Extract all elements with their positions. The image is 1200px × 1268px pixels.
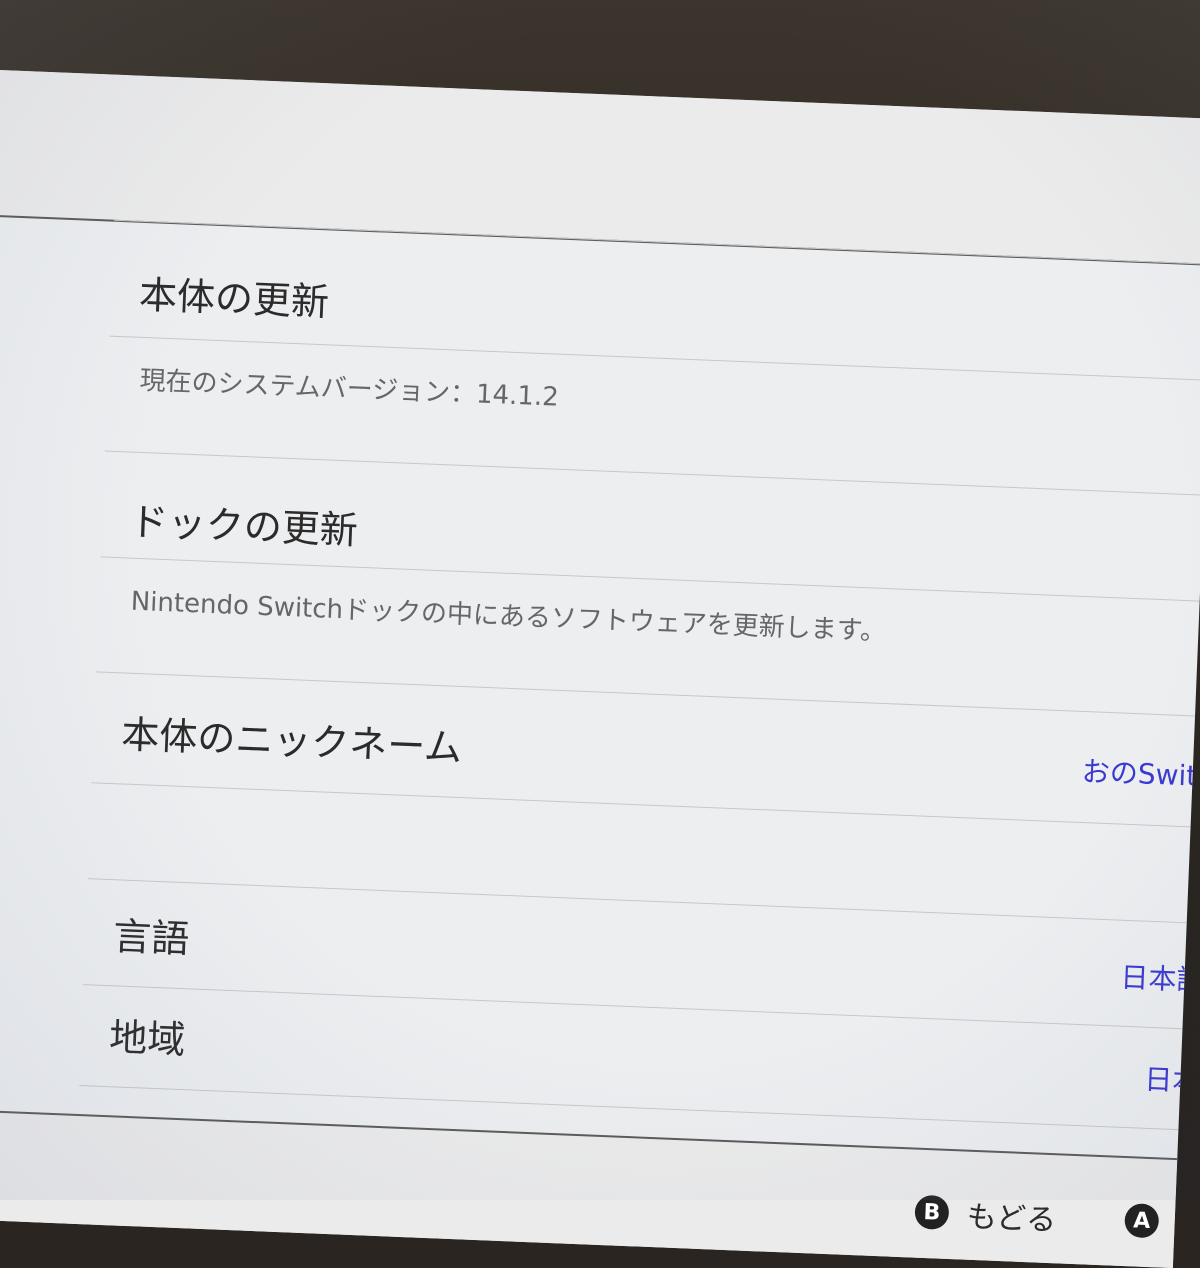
console-nickname-value: おのSwitc [1081, 754, 1200, 794]
confirm-button[interactable]: A 決 [1124, 1198, 1200, 1245]
region-title: 地域 [108, 1015, 187, 1063]
language-title: 言語 [112, 914, 191, 962]
footer-bar: B もどる A 決 [0, 1109, 1200, 1268]
system-update-title: 本体の更新 [138, 272, 330, 325]
confirm-button-label: 決 [1175, 1208, 1200, 1245]
dock-update-title: ドックの更新 [129, 499, 359, 553]
dock-update-item[interactable]: ドックの更新 Nintendo Switchドックの中にあるソフトウェアを更新し… [95, 451, 1200, 717]
a-button-icon: A [1124, 1203, 1160, 1239]
dock-update-description: Nintendo Switchドックの中にあるソフトウェアを更新します。 [130, 586, 887, 647]
settings-screen: 本体の更新 現在のシステムバージョン：14.1.2 ドックの更新 Nintend… [0, 70, 1200, 1268]
system-version-text: 現在のシステムバージョン：14.1.2 [139, 365, 560, 413]
back-button-label: もどる [966, 1199, 1057, 1239]
back-button[interactable]: B もどる [914, 1190, 1057, 1240]
settings-list: 本体の更新 現在のシステムバージョン：14.1.2 ドックの更新 Nintend… [79, 219, 1200, 1131]
system-update-item[interactable]: 本体の更新 現在のシステムバージョン：14.1.2 [104, 219, 1200, 496]
console-nickname-title: 本体のニックネーム [120, 712, 463, 771]
